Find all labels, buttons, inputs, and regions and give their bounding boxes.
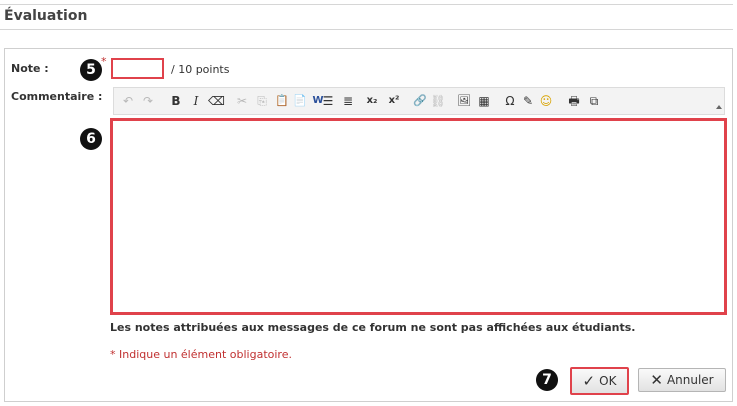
undo-icon[interactable]: ↶ [120, 93, 136, 109]
points-suffix: / 10 points [171, 63, 230, 76]
top-divider [0, 4, 733, 5]
note-input[interactable] [111, 58, 164, 79]
toolbar-scroll-icon[interactable] [716, 105, 722, 109]
checkmark-icon: ✓ [582, 372, 596, 390]
copy-icon[interactable]: ⎘ [254, 93, 270, 109]
italic-icon[interactable]: I [188, 93, 204, 109]
image-icon[interactable]: 🖼 [456, 93, 472, 109]
numbered-list-icon[interactable]: ≣ [340, 93, 356, 109]
required-note: * Indique un élément obligatoire. [110, 348, 292, 361]
bulleted-list-icon[interactable]: ☰ [320, 93, 336, 109]
paste-text-icon[interactable]: 📄 [292, 93, 308, 109]
eraser-icon[interactable]: ⌫ [208, 93, 225, 109]
subscript-icon[interactable]: x₂ [364, 93, 380, 109]
table-icon[interactable]: ▦ [476, 93, 492, 109]
callout-marker-note: 5 [80, 59, 102, 81]
editor-toolbar: ↶ ↷ B I ⌫ ✂ ⎘ 📋 📄 W ☰ ≣ x₂ x² 🔗 ⛓ 🖼 ▦ Ω … [113, 87, 725, 115]
section-title: Évaluation [4, 8, 88, 24]
callout-marker-ok: 7 [536, 369, 558, 391]
cancel-button-label: Annuler [666, 373, 714, 387]
required-asterisk: * [101, 55, 107, 68]
title-divider [0, 29, 733, 30]
cancel-button[interactable]: ✕ Annuler [638, 368, 726, 392]
bold-icon[interactable]: B [168, 93, 184, 109]
comment-editor[interactable] [110, 118, 727, 315]
redo-icon[interactable]: ↷ [140, 93, 156, 109]
superscript-icon[interactable]: x² [386, 93, 402, 109]
visibility-info: Les notes attribuées aux messages de ce … [110, 321, 636, 334]
paste-icon[interactable]: 📋 [274, 93, 290, 109]
link-icon[interactable]: 🔗 [412, 93, 428, 109]
callout-marker-comment: 6 [80, 128, 102, 150]
note-label: Note : [11, 62, 49, 75]
omega-icon[interactable]: Ω [502, 93, 518, 109]
print-icon[interactable]: 🖶 [566, 93, 582, 109]
ok-button-label: OK [599, 374, 617, 388]
unlink-icon[interactable]: ⛓ [430, 93, 446, 109]
ok-button[interactable]: ✓ OK [570, 367, 629, 395]
special-char-icon[interactable]: ✎ [520, 93, 536, 109]
smiley-icon[interactable]: ☺ [538, 93, 554, 109]
close-icon: ✕ [650, 371, 663, 389]
comment-label: Commentaire : [11, 90, 103, 103]
preview-icon[interactable]: ⧉ [586, 93, 602, 109]
cut-icon[interactable]: ✂ [234, 93, 250, 109]
